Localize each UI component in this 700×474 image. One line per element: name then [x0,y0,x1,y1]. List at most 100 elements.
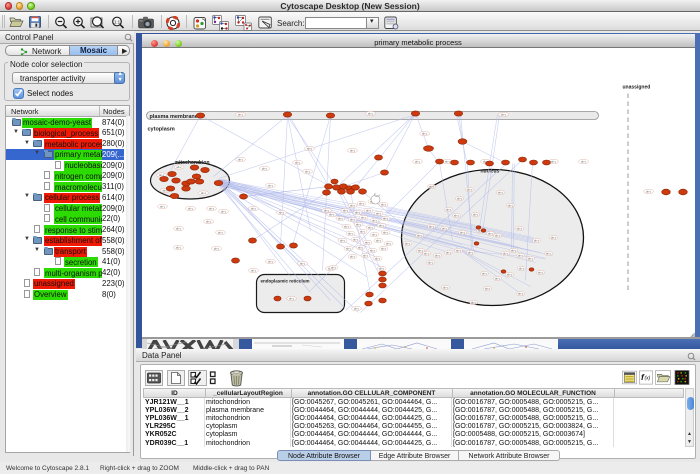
svg-text:ab-c: ab-c [374,256,380,260]
svg-text:ab-c: ab-c [304,169,310,173]
svg-text:ab-c: ab-c [550,235,556,239]
svg-text:ab-c: ab-c [494,233,500,237]
svg-text:ab-c: ab-c [441,226,447,230]
svg-text:ab-c: ab-c [367,225,373,229]
svg-text:ab-c: ab-c [294,160,300,164]
svg-text:ab-c: ab-c [359,229,365,233]
svg-text:ab-c: ab-c [580,159,586,163]
svg-text:ab-c: ab-c [417,248,423,252]
svg-text:ab-c: ab-c [288,296,294,300]
svg-text:ab-c: ab-c [187,206,193,210]
svg-text:ab-c: ab-c [459,230,465,234]
svg-text:ab-c: ab-c [427,260,433,264]
svg-text:ab-c: ab-c [516,226,522,230]
svg-text:ab-c: ab-c [362,253,368,257]
svg-text:ab-c: ab-c [267,183,273,187]
svg-text:ab-c: ab-c [337,216,343,220]
svg-text:ab-c: ab-c [378,223,384,227]
svg-text:ab-c: ab-c [250,268,256,272]
svg-text:ab-c: ab-c [353,306,359,310]
svg-text:ab-c: ab-c [354,210,360,214]
svg-text:ab-c: ab-c [382,216,388,220]
svg-text:ab-c: ab-c [267,259,273,263]
svg-text:ab-c: ab-c [517,291,523,295]
svg-text:ab-c: ab-c [339,238,345,242]
svg-text:ab-c: ab-c [278,210,284,214]
svg-text:ab-c: ab-c [237,112,243,116]
svg-text:ab-c: ab-c [371,232,377,236]
svg-text:ab-c: ab-c [355,222,361,226]
svg-text:ab-c: ab-c [345,246,351,250]
svg-text:nucleus: nucleus [480,168,499,174]
svg-text:ab-c: ab-c [349,254,355,258]
svg-text:unassigned: unassigned [622,84,650,90]
svg-text:ab-c: ab-c [378,266,384,270]
svg-text:ab-c: ab-c [470,300,476,304]
svg-text:ab-c: ab-c [428,184,434,188]
svg-text:cytoplasm: cytoplasm [147,126,174,132]
svg-text:ab-c: ab-c [472,212,478,216]
svg-text:ab-c: ab-c [250,206,256,210]
svg-text:ab-c: ab-c [434,253,440,257]
svg-text:(x): (x) [644,375,650,381]
svg-text:ab-c: ab-c [371,218,377,222]
svg-text:ab-c: ab-c [507,203,513,207]
svg-text:ab-c: ab-c [175,245,181,249]
svg-text:ab-c: ab-c [358,201,364,205]
svg-text:ab-c: ab-c [421,131,427,135]
svg-text:ab-c: ab-c [506,272,512,276]
svg-text:ab-c: ab-c [550,159,556,163]
svg-text:ab-c: ab-c [494,276,500,280]
svg-text:ab-c: ab-c [442,285,448,289]
svg-text:ab-c: ab-c [445,250,451,254]
svg-text:ab-c: ab-c [487,231,493,235]
svg-text:ab-c: ab-c [347,231,353,235]
svg-text:ab-c: ab-c [455,248,461,252]
svg-text:ab-c: ab-c [428,224,434,228]
svg-text:ab-c: ab-c [404,241,410,245]
svg-text:ab-c: ab-c [481,271,487,275]
svg-text:ab-c: ab-c [645,189,651,193]
svg-text:ab-c: ab-c [456,196,462,200]
svg-text:ab-c: ab-c [518,266,524,270]
svg-text:ab-c: ab-c [510,248,516,252]
svg-text:ab-c: ab-c [323,208,329,212]
svg-text:ab-c: ab-c [175,226,181,230]
svg-text:ab-c: ab-c [349,203,355,207]
svg-text:ab-c: ab-c [349,148,355,152]
svg-text:ab-c: ab-c [261,166,267,170]
svg-text:ab-c: ab-c [349,217,355,221]
svg-text:ab-c: ab-c [369,248,375,252]
svg-text:ab-c: ab-c [217,230,223,234]
svg-text:ab-c: ab-c [342,208,348,212]
svg-text:ab-c: ab-c [176,165,182,169]
svg-text:ab-c: ab-c [414,159,420,163]
svg-text:ab-c: ab-c [364,240,370,244]
svg-text:ab-c: ab-c [527,256,533,260]
svg-text:ab-c: ab-c [205,219,211,223]
svg-text:ab-c: ab-c [352,237,358,241]
svg-text:ab-c: ab-c [237,157,243,161]
svg-text:ab-c: ab-c [416,233,422,237]
svg-text:ab-c: ab-c [445,207,451,211]
svg-text:plasma membrane: plasma membrane [149,114,197,120]
svg-text:ab-c: ab-c [367,111,373,115]
svg-text:ab-c: ab-c [365,208,371,212]
svg-text:ab-c: ab-c [517,253,523,257]
svg-text:ab-c: ab-c [500,112,506,116]
svg-text:ab-c: ab-c [208,206,214,210]
svg-text:ab-c: ab-c [382,230,388,234]
svg-text:1:1: 1:1 [114,19,121,24]
svg-text:ab-c: ab-c [380,202,386,206]
svg-text:ab-c: ab-c [497,190,503,194]
svg-text:ab-c: ab-c [328,212,334,216]
svg-text:ab-c: ab-c [380,246,386,250]
svg-text:ab-c: ab-c [159,204,165,208]
svg-text:ab-c: ab-c [537,270,543,274]
svg-text:ab-c: ab-c [213,246,219,250]
svg-text:ab-c: ab-c [444,159,450,163]
svg-text:ab-c: ab-c [360,215,366,219]
svg-text:ab-c: ab-c [502,251,508,255]
svg-text:ab-c: ab-c [220,209,226,213]
svg-text:ab-c: ab-c [299,261,305,265]
